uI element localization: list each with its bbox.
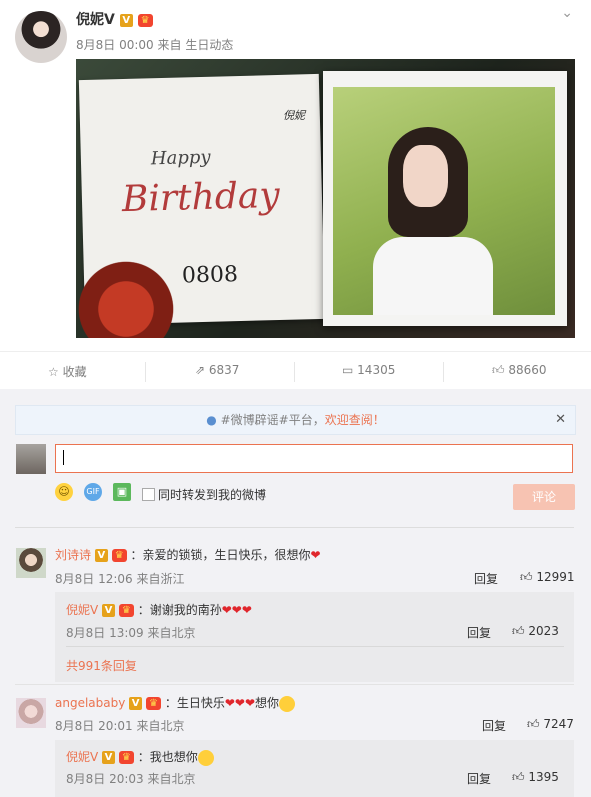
post-comment-button[interactable]: 评论 <box>513 484 575 510</box>
my-avatar <box>16 444 46 474</box>
gif-icon[interactable]: GIF <box>84 483 102 501</box>
portrait-polaroid: 倪妮 <box>283 71 567 326</box>
portrait-photo <box>333 87 555 315</box>
info-icon: ● <box>206 413 217 427</box>
comment-icon: ▭ <box>342 363 354 377</box>
comment-item: 刘诗诗 V ♛ ：亲爱的锁锁，生日快乐，很想你❤ <box>55 546 321 563</box>
commenter-avatar[interactable] <box>16 698 46 728</box>
reply-time: 8月8日 20:03 来自北京 <box>66 772 196 786</box>
post-time[interactable]: 8月8日 00:00 <box>76 38 154 52</box>
author-avatar[interactable] <box>15 11 67 63</box>
comment-like-button[interactable]: 👍︎ 12991 <box>520 570 575 585</box>
commenter-name[interactable]: 刘诗诗 <box>55 548 91 562</box>
thumbs-up-icon: 👍︎ <box>527 717 540 731</box>
vip-crown-icon: ♛ <box>146 697 161 710</box>
comment-text-suffix: 想你 <box>255 696 280 710</box>
post-image[interactable]: Happy Birthday 0808 倪妮 <box>76 59 575 338</box>
image-icon[interactable]: ▣ <box>113 483 131 501</box>
vip-crown-icon: ♛ <box>118 751 134 764</box>
commenter-avatar[interactable] <box>16 548 46 578</box>
thumbs-up-icon: 👍︎ <box>492 363 505 377</box>
like-button[interactable]: 👍︎ 88660 <box>492 363 547 378</box>
thumbs-up-icon: 👍︎ <box>512 770 525 784</box>
sync-checkbox[interactable] <box>142 488 155 501</box>
vip-crown-icon: ♛ <box>137 13 153 27</box>
replier-name[interactable]: 倪妮V <box>66 603 98 617</box>
author-name[interactable]: 倪妮V <box>76 12 115 28</box>
reply-like-button[interactable]: 👍︎ 1395 <box>512 770 559 785</box>
reply-item: 倪妮V V ♛ ：我也想你 <box>66 748 214 766</box>
hearts-icon: ❤❤❤ <box>224 696 256 710</box>
repost-icon: ⇗ <box>195 363 206 377</box>
reply-time: 8月8日 13:09 来自北京 <box>66 626 196 640</box>
kiss-emoji-icon <box>279 695 296 712</box>
verified-badge-icon: V <box>129 697 143 710</box>
comment-button[interactable]: ▭ 14305 <box>342 363 395 377</box>
post-source: 来自 生日动态 <box>157 38 234 52</box>
notice-banner: ● #微博辟谣#平台，欢迎查阅！ <box>15 405 576 435</box>
commenter-name[interactable]: angelababy <box>55 696 125 710</box>
chevron-down-icon[interactable]: ⌄ <box>561 5 573 21</box>
action-bar: ☆ 收藏 ⇗ 6837 ▭ 14305 👍︎ 88660 <box>0 351 591 391</box>
comment-input[interactable] <box>55 444 573 473</box>
favorite-button[interactable]: ☆ 收藏 <box>48 363 87 380</box>
repost-button[interactable]: ⇗ 6837 <box>195 363 239 377</box>
vip-crown-icon: ♛ <box>111 549 127 562</box>
emoji-icon[interactable]: ☺ <box>55 483 73 501</box>
sync-label: 同时转发到我的微博 <box>158 488 267 502</box>
reply-text: ：我也想你 <box>137 750 198 764</box>
signature-text: 倪妮 <box>283 109 305 122</box>
vip-crown-icon: ♛ <box>118 604 134 617</box>
comment-item: angelababy V ♛ ：生日快乐❤❤❤想你 <box>55 694 296 712</box>
comment-like-button[interactable]: 👍︎ 7247 <box>527 717 574 732</box>
reply-item: 倪妮V V ♛ ：谢谢我的南孙❤❤❤ <box>66 601 252 618</box>
card-birthday-text: Birthday <box>121 174 281 221</box>
verified-badge-icon: V <box>94 549 108 562</box>
kiss-emoji-icon <box>197 749 214 766</box>
comment-time: 8月8日 12:06 来自浙江 <box>55 572 185 586</box>
reply-text: ：谢谢我的南孙 <box>137 603 222 617</box>
flower-decoration <box>76 259 186 338</box>
verified-badge-icon: V <box>102 751 116 764</box>
comment-time: 8月8日 20:01 来自北京 <box>55 719 185 733</box>
reply-button[interactable]: 回复 <box>482 717 506 734</box>
close-icon[interactable]: ✕ <box>555 412 566 427</box>
heart-icon: ❤ <box>310 548 321 562</box>
verified-badge-icon: V <box>102 604 116 617</box>
reply-button[interactable]: 回复 <box>467 770 491 787</box>
reply-button[interactable]: 回复 <box>474 570 498 587</box>
comment-text: ：生日快乐 <box>164 696 225 710</box>
thumbs-up-icon: 👍︎ <box>512 624 525 638</box>
card-date-text: 0808 <box>181 262 239 289</box>
star-icon: ☆ <box>48 365 59 379</box>
reply-like-button[interactable]: 👍︎ 2023 <box>512 624 559 639</box>
more-replies-link[interactable]: 共991条回复 <box>66 657 137 674</box>
thumbs-up-icon: 👍︎ <box>520 570 533 584</box>
comment-text: ：亲爱的锁锁，生日快乐，很想你 <box>130 548 311 562</box>
hearts-icon: ❤❤❤ <box>221 603 252 617</box>
card-happy-text: Happy <box>150 146 211 170</box>
verified-badge-icon: V <box>119 13 133 27</box>
reply-button[interactable]: 回复 <box>467 624 491 641</box>
replier-name[interactable]: 倪妮V <box>66 750 98 764</box>
notice-link[interactable]: 欢迎查阅！ <box>325 413 385 427</box>
